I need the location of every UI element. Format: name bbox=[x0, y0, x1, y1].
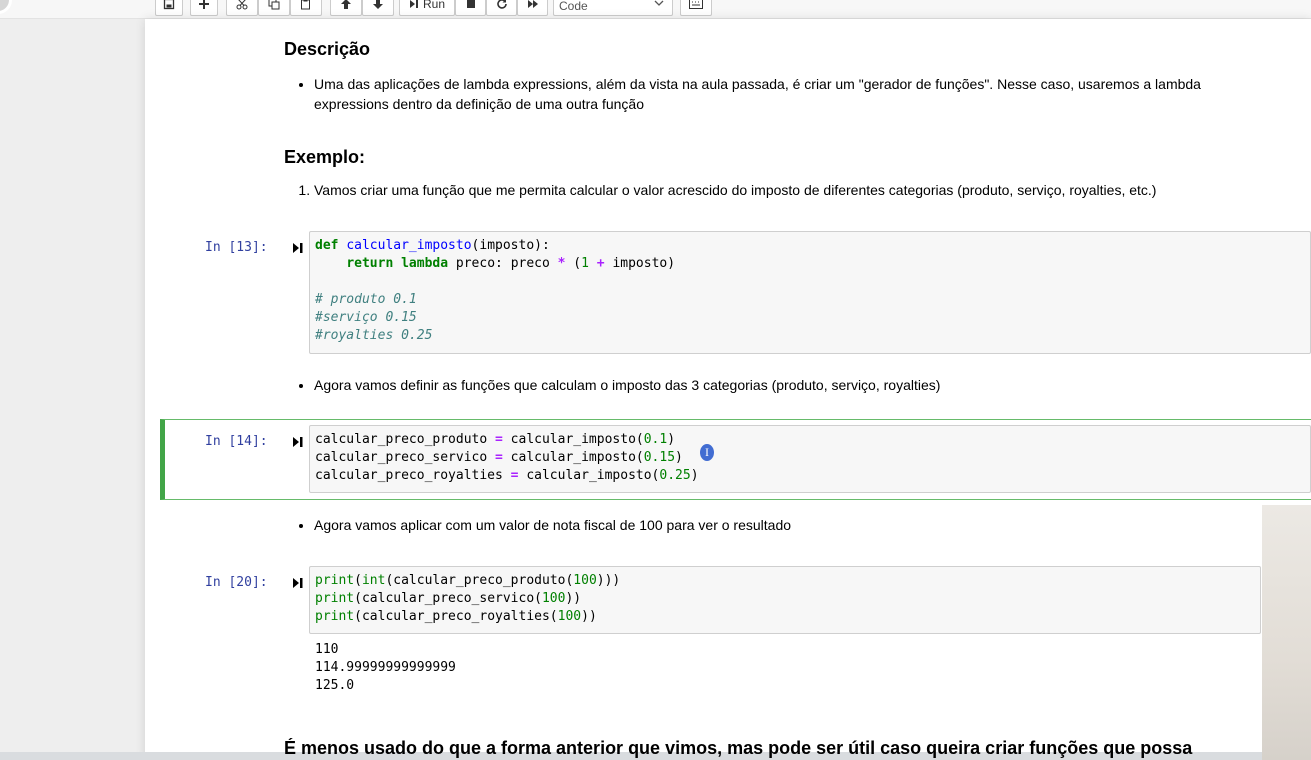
insert-cell-button[interactable] bbox=[190, 0, 218, 16]
arrow-down-icon bbox=[373, 0, 383, 9]
list-item: Agora vamos definir as funções que calcu… bbox=[314, 375, 940, 395]
text-cursor-icon: I bbox=[700, 444, 714, 461]
code-input-14[interactable]: calcular_preco_produto = calcular_impost… bbox=[309, 425, 1311, 493]
code-line: def calcular_imposto(imposto): bbox=[315, 238, 550, 253]
chevron-down-icon bbox=[654, 0, 664, 6]
keyboard-icon bbox=[689, 0, 703, 9]
code-input-13[interactable]: def calcular_imposto(imposto): return la… bbox=[309, 231, 1311, 354]
output-line: 125.0 bbox=[315, 678, 355, 693]
restart-button[interactable] bbox=[486, 0, 517, 16]
definir-list: Agora vamos definir as funções que calcu… bbox=[284, 375, 940, 395]
webcam-overlay bbox=[1262, 505, 1311, 760]
output-line: 110 bbox=[315, 642, 339, 657]
cell-type-value: Code bbox=[559, 0, 588, 13]
run-cell-icon[interactable] bbox=[292, 577, 304, 589]
restart-run-all-button[interactable] bbox=[517, 0, 548, 16]
code-line: print(calcular_preco_servico(100)) bbox=[315, 591, 582, 606]
restart-icon bbox=[496, 0, 507, 9]
paste-button[interactable] bbox=[290, 0, 322, 16]
code-input-20[interactable]: print(int(calcular_preco_produto(100))) … bbox=[309, 566, 1261, 634]
comment-line: #serviço 0.15 bbox=[315, 310, 417, 325]
stop-icon bbox=[466, 0, 475, 8]
run-cell-icon[interactable] bbox=[292, 436, 304, 448]
move-down-button[interactable] bbox=[362, 0, 394, 16]
code-line: calcular_preco_produto = calcular_impost… bbox=[315, 432, 676, 447]
list-item: Vamos criar uma função que me permita ca… bbox=[314, 180, 1156, 200]
run-cell-icon[interactable] bbox=[292, 242, 304, 254]
run-label: Run bbox=[422, 0, 445, 11]
cut-icon bbox=[236, 0, 248, 10]
interrupt-button[interactable] bbox=[455, 0, 486, 16]
command-palette-button[interactable] bbox=[680, 0, 712, 16]
cell-prompt: In [13]: bbox=[205, 240, 268, 255]
cell-prompt: In [20]: bbox=[205, 575, 268, 590]
exemplo-list: Vamos criar uma função que me permita ca… bbox=[284, 180, 1156, 200]
corner-avatar bbox=[0, 0, 12, 14]
paste-icon bbox=[301, 0, 310, 10]
cut-button[interactable] bbox=[226, 0, 258, 16]
notebook-toolbar: Run Code bbox=[0, 0, 1311, 19]
code-line: print(int(calcular_preco_produto(100))) bbox=[315, 573, 621, 588]
cell-prompt: In [14]: bbox=[205, 434, 268, 449]
save-button[interactable] bbox=[155, 0, 183, 16]
descricao-list: Uma das aplicações de lambda expressions… bbox=[284, 74, 1201, 114]
comment-line: #royalties 0.25 bbox=[315, 328, 433, 343]
arrow-up-icon bbox=[341, 0, 351, 9]
code-line: print(calcular_preco_royalties(100)) bbox=[315, 609, 597, 624]
run-icon bbox=[409, 0, 418, 8]
fast-forward-icon bbox=[527, 0, 538, 8]
code-line: calcular_preco_servico = calcular_impost… bbox=[315, 450, 683, 465]
output-line: 114.99999999999999 bbox=[315, 660, 456, 675]
comment-line: # produto 0.1 bbox=[315, 292, 417, 307]
descricao-line2: expressions dentro da definição de uma o… bbox=[314, 96, 644, 112]
move-up-button[interactable] bbox=[330, 0, 362, 16]
run-button[interactable]: Run bbox=[399, 0, 455, 16]
list-item: Uma das aplicações de lambda expressions… bbox=[314, 74, 1201, 114]
plus-icon bbox=[199, 0, 209, 9]
cell-type-select[interactable]: Code bbox=[553, 0, 673, 16]
copy-button[interactable] bbox=[258, 0, 290, 16]
copy-icon bbox=[268, 0, 280, 10]
bottom-heading: É menos usado do que a forma anterior qu… bbox=[284, 738, 1193, 758]
exemplo-heading: Exemplo: bbox=[284, 147, 366, 167]
code-line: return lambda preco: preco * (1 + impost… bbox=[346, 256, 676, 271]
save-icon bbox=[163, 0, 175, 10]
descricao-heading: Descrição bbox=[284, 39, 371, 59]
list-item: Agora vamos aplicar com um valor de nota… bbox=[314, 515, 791, 535]
aplicar-list: Agora vamos aplicar com um valor de nota… bbox=[284, 515, 791, 535]
code-line: calcular_preco_royalties = calcular_impo… bbox=[315, 468, 699, 483]
descricao-line1: Uma das aplicações de lambda expressions… bbox=[314, 76, 1201, 92]
